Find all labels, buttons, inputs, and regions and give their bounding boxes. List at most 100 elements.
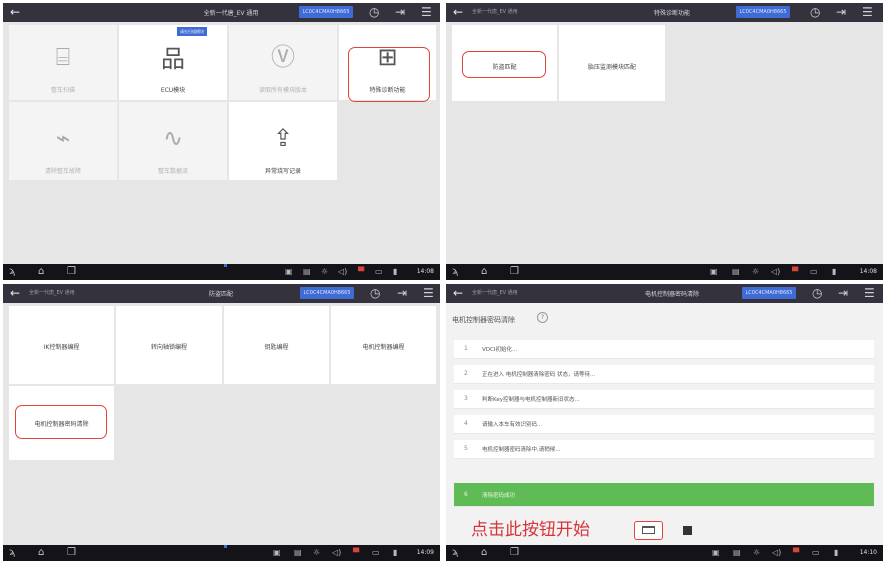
brightness-icon: ☼ xyxy=(753,548,761,557)
stop-button[interactable] xyxy=(683,526,692,535)
step-text: 清除密码成功 xyxy=(482,493,516,499)
back-arrow-icon[interactable]: ← xyxy=(453,4,463,20)
step-text: 电机控制器密码清除中,请稍候... xyxy=(482,447,561,453)
panel-anti-theft: ← 全新一代唐_EV 通用 防盗匹配 LC0C4CMA0H8665 ◷ ⇥ ☰ … xyxy=(3,284,440,561)
android-nav-bar: ϡ ⌂ ❐ ▣ ▤ ☼ ◁) ▀ ▭ ▮ 14:08 xyxy=(446,264,883,280)
menu-icon[interactable]: ☰ xyxy=(421,4,432,20)
screen-icon: ▤ xyxy=(294,548,302,557)
step-number: 5 xyxy=(464,445,468,452)
clock-icon[interactable]: ◷ xyxy=(369,4,379,20)
message-icon: ▭ xyxy=(372,548,380,557)
tile-key-programming[interactable]: 钥匙编程 xyxy=(224,306,329,384)
logout-icon[interactable]: ⇥ xyxy=(395,4,405,20)
clock-icon[interactable]: ◷ xyxy=(812,285,822,301)
step-text: 正在进入 电机控制器清除密码 状态，请等待... xyxy=(482,372,596,378)
clear-fault-icon: ⌁ xyxy=(55,124,71,152)
vci-icon: ▀ xyxy=(792,267,799,276)
clock-time: 14:08 xyxy=(859,268,877,275)
tile-label: 异常烧写记录 xyxy=(264,168,301,175)
scan-tip-badge: 请先扫描模块 xyxy=(177,27,207,36)
tile-motor-controller[interactable]: 电机控制器编程 xyxy=(331,306,436,384)
tile-label: 读取所有模块版本 xyxy=(258,87,307,94)
vci-icon: ▀ xyxy=(358,267,365,276)
title-bar: ← 全新一代唐_EV 通用 特殊诊断功能 LC0C4CMA0H8665 ◷ ⇥ … xyxy=(446,3,883,22)
menu-icon[interactable]: ☰ xyxy=(864,285,875,301)
menu-icon[interactable]: ☰ xyxy=(423,285,434,301)
step-row: 4 请输入本车有效识别码... xyxy=(454,415,874,434)
clock-icon[interactable]: ◷ xyxy=(370,285,380,301)
app-icon[interactable]: ϡ xyxy=(9,266,15,278)
clock-icon[interactable]: ◷ xyxy=(810,4,820,20)
volume-icon: ◁) xyxy=(771,267,781,276)
battery-icon: ▮ xyxy=(393,548,398,557)
home-icon[interactable]: ⌂ xyxy=(38,266,44,278)
screen-icon: ▤ xyxy=(733,548,741,557)
recent-apps-icon[interactable]: ❐ xyxy=(67,266,76,278)
home-icon[interactable]: ⌂ xyxy=(481,547,487,559)
highlight-box xyxy=(462,51,546,78)
tile-label: IK控制器编程 xyxy=(43,344,80,351)
page-title: 电机控制器密码清除 xyxy=(644,291,700,298)
procedure-heading: 电机控制器密码清除 xyxy=(452,316,515,324)
logout-icon[interactable]: ⇥ xyxy=(836,4,846,20)
screen-icon: ▤ xyxy=(732,267,740,276)
breadcrumb: 全新一代唐_EV 通用 xyxy=(29,290,75,296)
tile-label: ECU模块 xyxy=(160,87,186,94)
tile-ik-controller[interactable]: IK控制器编程 xyxy=(9,306,114,384)
recent-apps-icon[interactable]: ❐ xyxy=(510,547,519,559)
clock-time: 14:09 xyxy=(416,549,434,556)
run-icon xyxy=(642,526,655,534)
panel-password-clear: ← 全新一代唐_EV 通用 电机控制器密码清除 LC0C4CMA0H8665 ◷… xyxy=(446,284,883,561)
panel-special-functions: ← 全新一代唐_EV 通用 特殊诊断功能 LC0C4CMA0H8665 ◷ ⇥ … xyxy=(446,3,883,280)
back-arrow-icon[interactable]: ← xyxy=(10,4,20,20)
title-bar: ← 全新一代唐_EV 通用 LC0C4CMA0H8665 ◷ ⇥ ☰ xyxy=(3,3,440,22)
tile-label: 整车数据流 xyxy=(157,168,188,175)
logout-icon[interactable]: ⇥ xyxy=(838,285,848,301)
home-icon[interactable]: ⌂ xyxy=(38,547,44,559)
tile-tpms-match[interactable]: 胎压监测模块匹配 xyxy=(559,25,665,101)
brightness-icon: ☼ xyxy=(313,548,321,557)
menu-icon[interactable]: ☰ xyxy=(862,4,873,20)
recent-apps-icon[interactable]: ❐ xyxy=(67,547,76,559)
step-number: 2 xyxy=(464,370,468,377)
battery-icon: ▮ xyxy=(832,267,837,276)
help-icon[interactable]: ? xyxy=(537,312,548,323)
highlight-box xyxy=(348,47,430,102)
app-icon[interactable]: ϡ xyxy=(452,547,458,559)
version-v-icon: Ⓥ xyxy=(271,43,295,71)
brightness-icon: ☼ xyxy=(321,267,329,276)
step-row: 5 电机控制器密码清除中,请稍候... xyxy=(454,440,874,459)
back-arrow-icon[interactable]: ← xyxy=(10,285,20,301)
car-icon: ▣ xyxy=(712,548,720,557)
start-button[interactable] xyxy=(634,521,663,540)
car-icon: ▣ xyxy=(273,548,281,557)
title-bar: ← 全新一代唐_EV 通用 防盗匹配 LC0C4CMA0H8665 ◷ ⇥ ☰ xyxy=(3,284,440,303)
back-arrow-icon[interactable]: ← xyxy=(453,285,463,301)
battery-icon: ▮ xyxy=(393,267,398,276)
recent-apps-icon[interactable]: ❐ xyxy=(510,266,519,278)
logout-icon[interactable]: ⇥ xyxy=(397,285,407,301)
step-text: 请输入本车有效识别码... xyxy=(482,422,543,428)
message-icon: ▭ xyxy=(375,267,383,276)
step-row: 2 正在进入 电机控制器清除密码 状态，请等待... xyxy=(454,365,874,384)
app-icon[interactable]: ϡ xyxy=(452,266,458,278)
step-number: 6 xyxy=(464,491,468,498)
tile-flash-records[interactable]: ⇪ 异常烧写记录 xyxy=(229,102,337,180)
volume-icon: ◁) xyxy=(332,548,342,557)
indicator-dot xyxy=(224,264,227,267)
car-icon: ▣ xyxy=(710,267,718,276)
message-icon: ▭ xyxy=(810,267,818,276)
android-nav-bar: ϡ ⌂ ❐ ▣ ▤ ☼ ◁) ▀ ▭ ▮ 14:08 xyxy=(3,264,440,280)
android-nav-bar: ϡ ⌂ ❐ ▣ ▤ ☼ ◁) ▀ ▭ ▮ 14:09 xyxy=(3,545,440,561)
home-icon[interactable]: ⌂ xyxy=(481,266,487,278)
tile-ecu-module[interactable]: 请先扫描模块 品 ECU模块 xyxy=(119,25,227,100)
pulse-icon: ∿ xyxy=(162,124,184,152)
scan-car-icon: ⌸ xyxy=(55,43,71,71)
vin-badge: LC0C4CMA0H8665 xyxy=(300,287,354,299)
volume-icon: ◁) xyxy=(338,267,348,276)
tile-steering-lock[interactable]: 转向轴锁编程 xyxy=(116,306,222,384)
clock-time: 14:08 xyxy=(416,268,434,275)
app-icon[interactable]: ϡ xyxy=(9,547,15,559)
vin-badge: LC0C4CMA0H8665 xyxy=(299,6,353,18)
step-number: 1 xyxy=(464,345,468,352)
